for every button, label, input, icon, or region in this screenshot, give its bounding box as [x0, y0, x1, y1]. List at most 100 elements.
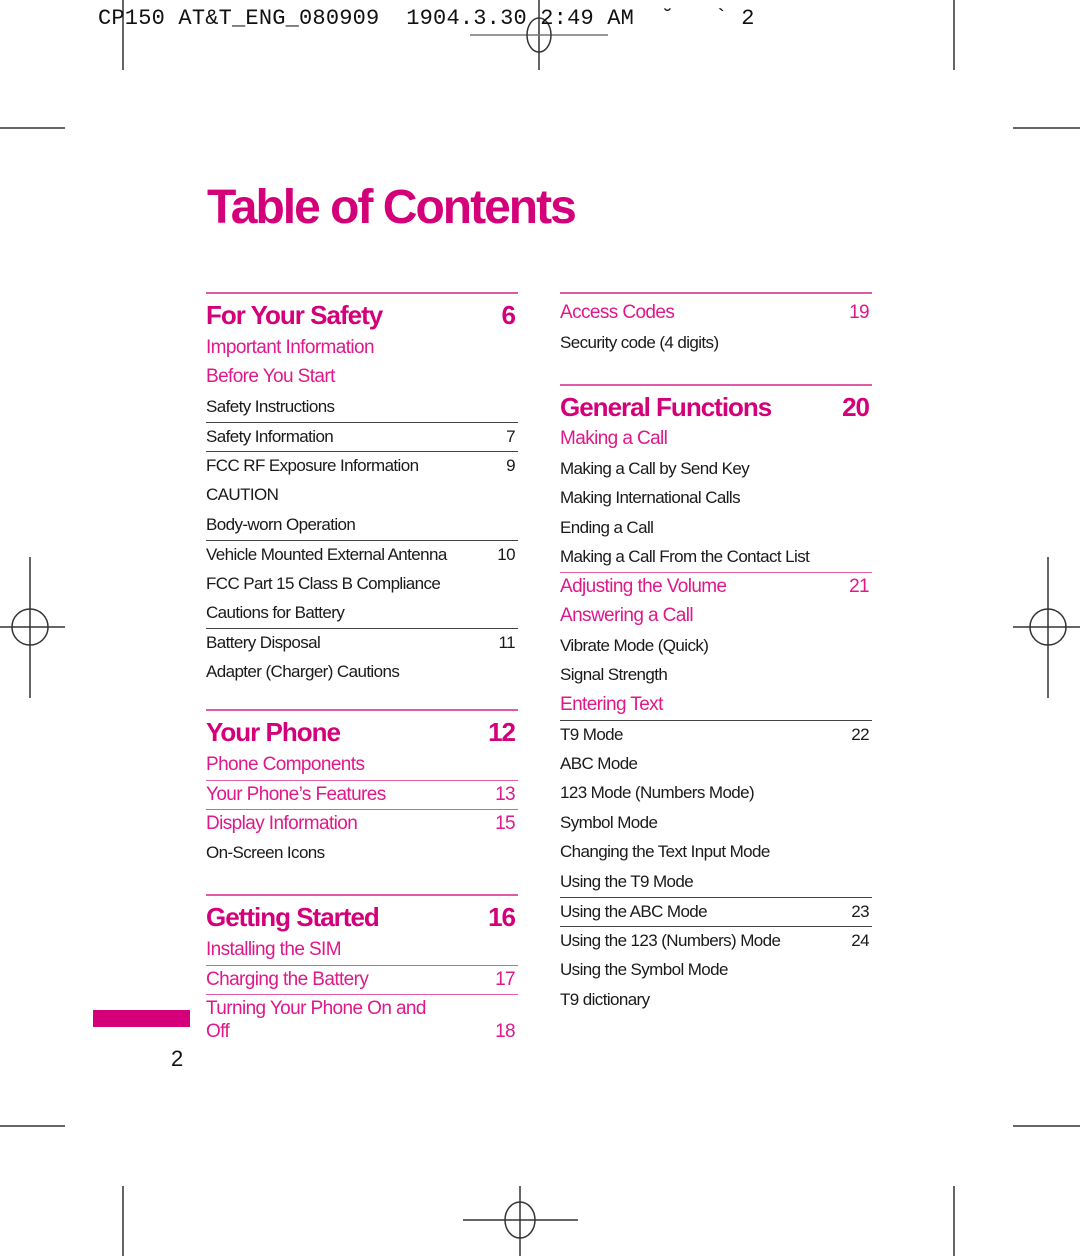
- entry-label: CAUTION: [206, 485, 279, 505]
- toc-entry[interactable]: Signal Strength: [560, 661, 872, 691]
- toc-entry[interactable]: Making International Calls: [560, 484, 872, 514]
- section-page: 20: [842, 391, 870, 422]
- toc-entry[interactable]: FCC RF Exposure Information 9: [206, 451, 518, 481]
- toc-entry[interactable]: ABC Mode: [560, 749, 872, 779]
- toc-entry[interactable]: Making a Call by Send Key: [560, 454, 872, 484]
- entry-page: 11: [498, 633, 516, 653]
- section-title: Getting Started: [206, 902, 380, 932]
- toc-entry[interactable]: Body-worn Operation: [206, 510, 518, 540]
- entry-page: 10: [497, 544, 515, 564]
- toc-entry[interactable]: FCC Part 15 Class B Compliance: [206, 569, 518, 599]
- entry-label: Vehicle Mounted External Antenna: [206, 544, 447, 564]
- toc-entry[interactable]: Access Codes 19: [560, 292, 872, 328]
- entry-label: Phone Components: [206, 753, 365, 775]
- toc-entry[interactable]: Phone Components: [206, 750, 518, 780]
- entry-label: Using the T9 Mode: [560, 871, 694, 891]
- toc-entry[interactable]: Display Information 15: [206, 809, 518, 839]
- toc-entry[interactable]: Cautions for Battery: [206, 599, 518, 629]
- entry-page: 19: [849, 302, 870, 323]
- entry-label: Signal Strength: [560, 665, 668, 685]
- entry-page: 18: [495, 1021, 516, 1042]
- toc-entry[interactable]: Using the ABC Mode 23: [560, 896, 872, 927]
- toc-entry[interactable]: Charging the Battery 17: [206, 964, 518, 995]
- toc-entry[interactable]: Using the 123 (Numbers) Mode 24: [560, 926, 872, 956]
- registration-mark-left: [0, 557, 65, 698]
- entry-label: Security code (4 digits): [560, 332, 719, 352]
- entry-label: 123 Mode (Numbers Mode): [560, 783, 755, 803]
- section-title: General Functions: [560, 391, 772, 422]
- toc-entry[interactable]: CAUTION: [206, 481, 518, 511]
- entry-label: FCC RF Exposure Information: [206, 456, 419, 476]
- toc-entry[interactable]: Installing the SIM: [206, 935, 518, 965]
- page-tab-marker: [93, 1010, 190, 1027]
- entry-page: 17: [495, 968, 516, 990]
- entry-label: Battery Disposal: [206, 633, 321, 653]
- toc-entry[interactable]: Security code (4 digits): [560, 328, 872, 358]
- entry-label: Your Phone’s Features: [206, 783, 386, 805]
- toc-entry[interactable]: Changing the Text Input Mode: [560, 838, 872, 868]
- toc-entry[interactable]: T9 dictionary: [560, 985, 872, 1015]
- entry-label: Access Codes: [560, 302, 675, 323]
- entry-label: Symbol Mode: [560, 812, 658, 832]
- toc-entry[interactable]: Vehicle Mounted External Antenna 10: [206, 539, 518, 570]
- toc-entry[interactable]: Turning Your Phone On and Off 18: [206, 994, 518, 1045]
- entry-label: Before You Start: [206, 366, 335, 388]
- toc-entry[interactable]: Answering a Call: [560, 602, 872, 632]
- toc-entry[interactable]: Safety Information 7: [206, 421, 518, 452]
- toc-entry[interactable]: Important Information: [206, 333, 518, 363]
- entry-page: 15: [495, 813, 516, 835]
- toc-entry[interactable]: Making a Call From the Contact List: [560, 543, 872, 573]
- toc-entry[interactable]: Battery Disposal 11: [206, 628, 518, 658]
- registration-mark-bottom: [463, 1186, 578, 1256]
- print-slug: CP150 AT&T_ENG_080909 1904.3.30 2:49 AM …: [98, 6, 755, 31]
- entry-label: Changing the Text Input Mode: [560, 842, 770, 862]
- toc-entry[interactable]: Using the Symbol Mode: [560, 956, 872, 986]
- toc-entry[interactable]: Entering Text: [560, 690, 872, 720]
- entry-page: 21: [849, 576, 870, 598]
- toc-section-your-phone[interactable]: Your Phone 12: [206, 709, 518, 750]
- toc-entry[interactable]: Adjusting the Volume 21: [560, 572, 872, 602]
- toc-entry[interactable]: Ending a Call: [560, 513, 872, 543]
- entry-label: ABC Mode: [560, 753, 638, 773]
- toc-entry[interactable]: Your Phone’s Features 13: [206, 779, 518, 810]
- entry-label: Adjusting the Volume: [560, 576, 727, 598]
- section-page: 6: [501, 300, 516, 330]
- entry-page: 7: [506, 426, 515, 446]
- toc-entry[interactable]: Making a Call: [560, 425, 872, 455]
- entry-label: Safety Instructions: [206, 396, 335, 416]
- entry-label: Cautions for Battery: [206, 603, 345, 623]
- toc-entry[interactable]: 123 Mode (Numbers Mode): [560, 779, 872, 809]
- entry-label: Ending a Call: [560, 517, 654, 537]
- entry-label: Making a Call by Send Key: [560, 458, 750, 478]
- entry-label: Making a Call From the Contact List: [560, 547, 810, 567]
- toc-section-getting-started[interactable]: Getting Started 16: [206, 894, 518, 935]
- toc-entry[interactable]: Using the T9 Mode: [560, 867, 872, 897]
- toc-entry[interactable]: Adapter (Charger) Cautions: [206, 658, 518, 688]
- section-page: 12: [488, 717, 516, 747]
- entry-page: 23: [851, 901, 869, 921]
- entry-label: Body-worn Operation: [206, 514, 356, 534]
- toc-section-for-your-safety[interactable]: For Your Safety 6: [206, 292, 518, 333]
- entry-page: 13: [495, 783, 516, 805]
- toc-right-column: Access Codes 19 Security code (4 digits) …: [560, 292, 872, 1015]
- toc-entry[interactable]: T9 Mode 22: [560, 719, 872, 750]
- entry-label: Answering a Call: [560, 605, 694, 627]
- entry-label: Using the ABC Mode: [560, 901, 708, 921]
- toc-entry[interactable]: On-Screen Icons: [206, 839, 518, 869]
- toc-entry[interactable]: Before You Start: [206, 363, 518, 393]
- entry-label: Installing the SIM: [206, 938, 342, 960]
- entry-page: 24: [851, 931, 869, 951]
- section-page: 16: [488, 902, 516, 932]
- toc-section-general-functions[interactable]: General Functions 20: [560, 383, 872, 425]
- registration-mark-right: [1013, 557, 1080, 698]
- entry-label: T9 dictionary: [560, 989, 650, 1009]
- entry-label: Display Information: [206, 813, 358, 835]
- entry-label: Entering Text: [560, 693, 663, 715]
- toc-entry[interactable]: Safety Instructions: [206, 392, 518, 422]
- toc-entry[interactable]: Vibrate Mode (Quick): [560, 631, 872, 661]
- entry-label: Using the Symbol Mode: [560, 960, 728, 980]
- toc-entry[interactable]: Symbol Mode: [560, 808, 872, 838]
- toc-left-column: For Your Safety 6 Important Information …: [206, 292, 518, 1045]
- entry-page: 22: [851, 724, 869, 744]
